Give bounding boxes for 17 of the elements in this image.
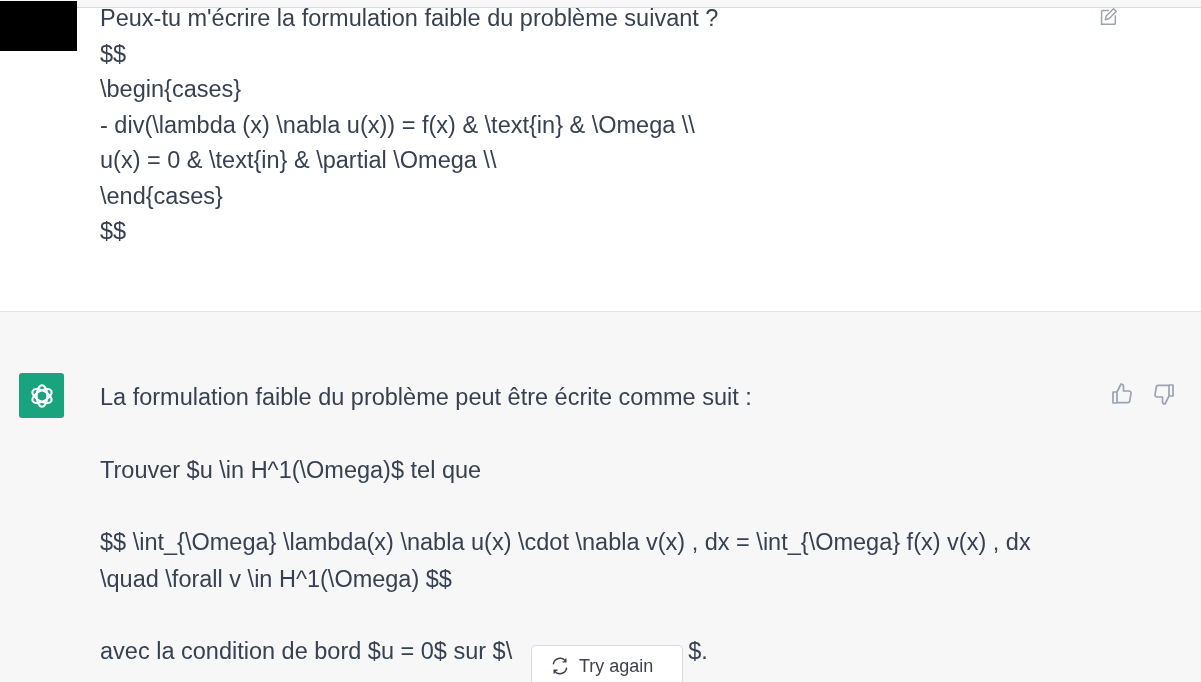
- message-text: Peux-tu m'écrire la formulation faible du problème suivant ?: [100, 4, 719, 33]
- thumbs-up-icon[interactable]: [1110, 382, 1134, 406]
- message-text: \end{cases}: [100, 181, 224, 211]
- message-text: avec la condition de bord $u = 0$ sur $\: [100, 638, 513, 664]
- message-text: $.: [688, 638, 708, 664]
- message-text: La formulation faible du problème peut être écrite comme suit :: [100, 383, 753, 412]
- assistant-logo-icon: [19, 373, 64, 418]
- message-text: $$ \int_{\Omega} \lambda(x) \nabla u(x) \cdot \nabla v(x) , dx = \int_{\Omega} f(x) v(x) , dx \quad \forall v \in H^1(\Omega) $$: [100, 528, 1032, 594]
- refresh-icon: [550, 656, 570, 676]
- message-text: - div(\lambda (x) \nabla u(x)) = f(x) & \text{in} & \Omega \\: [100, 110, 696, 140]
- message-text: \begin{cases}: [100, 75, 243, 104]
- message-text: $$: [100, 217, 128, 246]
- try-again-button[interactable]: Try again: [531, 645, 683, 682]
- message-text: u(x) = 0 & \text{in} & \partial \Omega \\: [100, 146, 498, 175]
- message-text: $$: [100, 39, 128, 69]
- message-text: Trouver $u \in H^1(\Omega)$ tel que: [100, 455, 483, 485]
- thumbs-down-icon[interactable]: [1152, 382, 1176, 406]
